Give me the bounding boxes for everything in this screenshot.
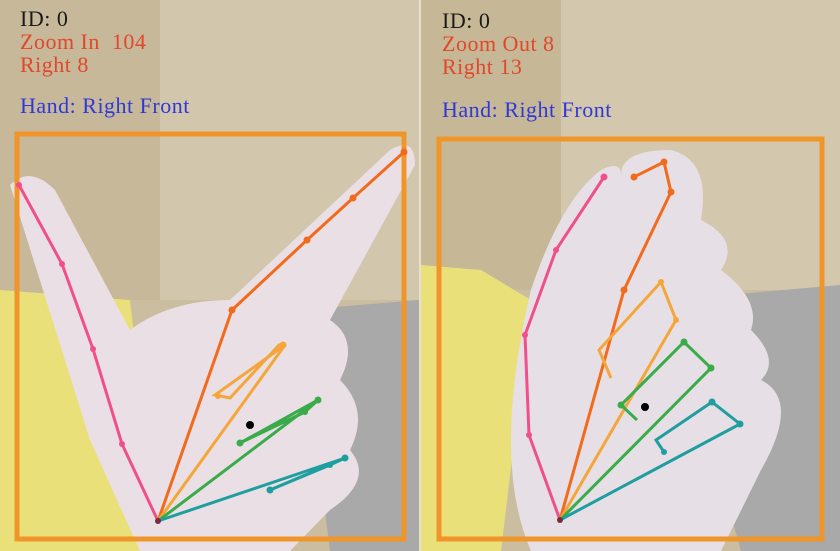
pinky-line xyxy=(157,456,346,523)
index-line xyxy=(156,150,406,522)
thumb-joint xyxy=(16,182,22,188)
index-joint xyxy=(303,236,311,244)
middle-joint xyxy=(215,393,221,399)
middle-joint xyxy=(673,317,679,323)
pinky-joint xyxy=(736,420,744,428)
middle-joint xyxy=(658,279,664,285)
index-joint xyxy=(400,148,408,156)
thumb-joint xyxy=(600,173,608,181)
wrist-joint xyxy=(557,517,563,523)
thumb-joint xyxy=(119,441,125,447)
camera-frame-right: ID: 0 Zoom Out 8 Right 13 Hand: Right Fr… xyxy=(421,0,840,551)
pinky-joint xyxy=(327,462,333,468)
bounding-box xyxy=(14,131,407,542)
index-joint xyxy=(228,306,236,314)
index-joint xyxy=(620,286,628,294)
gesture-label: Zoom In 104 xyxy=(20,29,147,54)
thumb-joint xyxy=(526,432,532,438)
direction-label: Right 8 xyxy=(20,52,89,77)
palm-center-dot xyxy=(246,421,254,429)
thumb-joint xyxy=(59,261,65,267)
thumb-line xyxy=(523,176,606,521)
ring-joint xyxy=(617,401,625,409)
ring-joint xyxy=(707,364,715,372)
thumb-line xyxy=(17,184,160,522)
index-joint xyxy=(660,158,668,166)
index-line xyxy=(558,159,673,521)
index-joint xyxy=(667,188,675,196)
hand-label: Hand: Right Front xyxy=(442,97,612,122)
camera-frame-left: ID: 0 Zoom In 104 Right 8 Hand: Right Fr… xyxy=(0,0,419,551)
hand-skeleton-left xyxy=(14,131,408,542)
hand-skeleton-right xyxy=(436,136,825,542)
hand-label: Hand: Right Front xyxy=(20,93,190,118)
ring-joint xyxy=(680,338,688,346)
tracking-id-label: ID: 0 xyxy=(442,8,491,33)
ring-line xyxy=(157,398,320,523)
ring-joint xyxy=(302,409,308,415)
wrist-joint xyxy=(155,518,161,524)
tracking-id-label: ID: 0 xyxy=(20,6,69,31)
pinky-joint xyxy=(708,398,716,406)
thumb-joint xyxy=(522,332,528,338)
index-joint xyxy=(349,194,357,202)
gesture-label: Zoom Out 8 xyxy=(442,31,555,56)
thumb-joint xyxy=(553,247,559,253)
ring-line xyxy=(558,339,714,522)
pinky-joint xyxy=(341,454,349,462)
palm-center-dot xyxy=(641,403,649,411)
ring-joint xyxy=(314,396,322,404)
index-joint xyxy=(630,173,638,181)
pinky-joint xyxy=(661,449,667,455)
bounding-box xyxy=(436,136,825,542)
middle-line xyxy=(558,279,678,521)
thumb-joint xyxy=(90,346,96,352)
middle-joint xyxy=(279,341,287,349)
ring-joint xyxy=(236,439,244,447)
middle-line xyxy=(156,342,287,522)
direction-label: Right 13 xyxy=(442,54,523,79)
pinky-joint xyxy=(266,486,274,494)
